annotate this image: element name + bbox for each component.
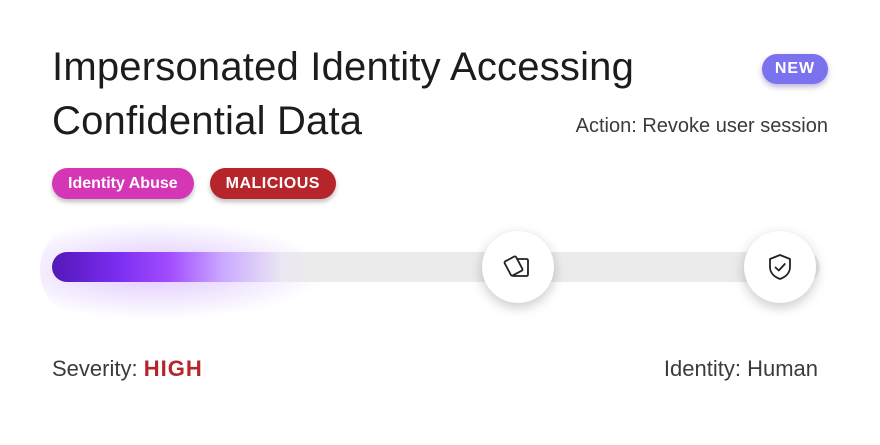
severity-label: Severity: [52, 356, 138, 381]
tag-list: Identity Abuse MALICIOUS [52, 168, 336, 199]
new-badge: NEW [762, 54, 828, 84]
tag-identity-abuse[interactable]: Identity Abuse [52, 168, 194, 199]
severity: Severity: HIGH [52, 356, 203, 382]
stage-node-protection[interactable] [744, 231, 816, 303]
alert-card: Impersonated Identity Accessing Confiden… [0, 0, 880, 445]
recommended-action: Action: Revoke user session [575, 115, 828, 137]
stage-node-identity[interactable] [482, 231, 554, 303]
alert-title-line1: Impersonated Identity Accessing [52, 45, 635, 89]
tag-malicious[interactable]: MALICIOUS [209, 168, 336, 199]
severity-value: HIGH [143, 356, 203, 381]
shield-check-icon [769, 254, 791, 280]
progress-fill [52, 252, 313, 282]
identity-type: Identity: Human [663, 356, 818, 381]
cards-icon [503, 255, 529, 277]
